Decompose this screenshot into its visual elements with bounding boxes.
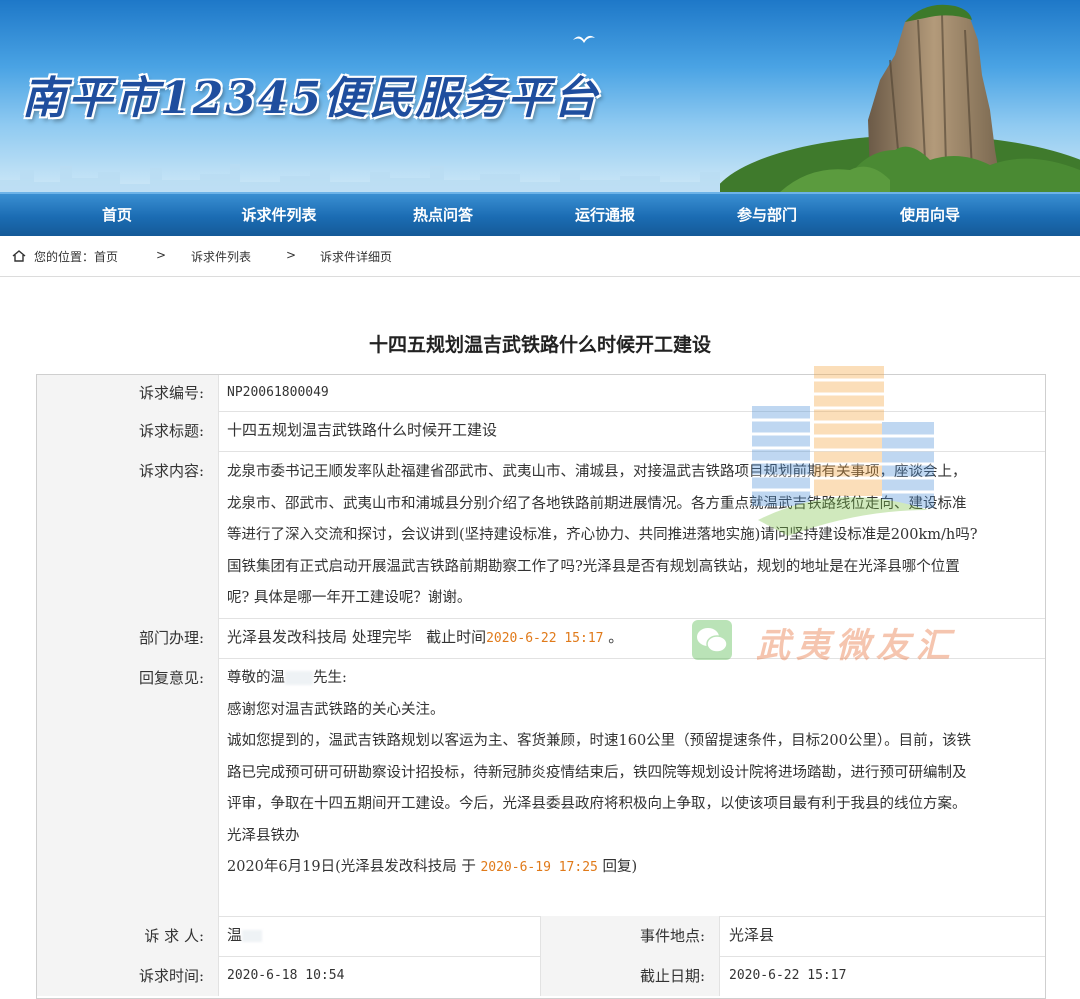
reply-line: 路已完成预可研可研勘察设计招投标，待新冠肺炎疫情结束后，铁四院等规划设计院将进场… <box>227 764 967 781</box>
redacted-name <box>285 671 313 685</box>
subject-label: 诉求标题: <box>37 411 219 451</box>
bird-icon <box>573 35 595 43</box>
home-icon[interactable] <box>12 250 26 262</box>
city-skyline-graphic <box>0 164 760 192</box>
breadcrumb-sep: > <box>156 248 167 262</box>
time-label: 诉求时间: <box>37 956 219 996</box>
breadcrumb-case-list[interactable]: 诉求件列表 <box>191 248 251 265</box>
page-title: 十四五规划温吉武铁路什么时候开工建设 <box>368 334 711 356</box>
nav-hot-qa[interactable]: 热点问答 <box>383 194 503 236</box>
content-line: 国铁集团有正式启动开展温武吉铁路前期勘察工作了吗?光泽县是否有规划高铁站，规划的… <box>227 558 960 575</box>
reply-label: 回复意见: <box>37 658 219 916</box>
nav-departments[interactable]: 参与部门 <box>707 194 827 236</box>
main-nav: 首页 诉求件列表 热点问答 运行通报 参与部门 使用向导 <box>0 192 1080 236</box>
breadcrumb: 您的位置：首页 > 诉求件列表 > 诉求件详细页 <box>0 236 1080 277</box>
reply-greeting-part: 尊敬的温 <box>227 670 285 686</box>
reply-greeting-part: 先生: <box>313 670 347 686</box>
reply-time: 2020-6-19 17:25 <box>480 860 598 875</box>
location-label: 事件地点: <box>540 916 720 956</box>
row-time: 诉求时间: 2020-6-18 10:54 截止日期: 2020-6-22 15… <box>37 956 1045 996</box>
site-title: 南平市12345便民服务平台 <box>22 73 600 124</box>
reply-line: 诚如您提到的，温武吉铁路规划以客运为主、客货兼顾，时速160公里（预留提速条件，… <box>227 733 972 749</box>
requester-value: 温 <box>227 920 263 952</box>
reply-greeting: 尊敬的温 先生: <box>227 663 1039 695</box>
watermark-buildings-logo <box>752 366 934 536</box>
reply-sign-prefix: 2020年6月19日(光泽县发改科技局 于 <box>227 859 481 875</box>
breadcrumb-home[interactable]: 您的位置：首页 <box>34 248 118 265</box>
reply-line: 光泽县铁办 <box>227 827 300 844</box>
deadline-value: 2020-6-22 15:17 <box>729 968 847 983</box>
nav-home[interactable]: 首页 <box>57 194 177 236</box>
department-suffix: 。 <box>603 628 624 646</box>
content-line: 呢? 具体是哪一年开工建设呢？谢谢。 <box>227 590 472 606</box>
department-status: 光泽县发改科技局 处理完毕 截止时间 <box>227 628 487 646</box>
row-requester: 诉 求 人: 温 事件地点: 光泽县 <box>37 916 1045 957</box>
reply-text: 尊敬的温 先生: 感谢您对温吉武铁路的关心关注。 诚如您提到的，温武吉铁路规划以客… <box>227 663 1039 884</box>
reply-sign-suffix: 回复) <box>597 859 638 875</box>
row-reply: 回复意见: 尊敬的温 先生: 感谢您对温吉武铁路的关心关注。 诚如您提到的，温武吉… <box>37 658 1045 917</box>
reply-signature: 2020年6月19日(光泽县发改科技局 于 2020-6-19 17:25 回复… <box>227 852 1039 884</box>
nav-case-list[interactable]: 诉求件列表 <box>219 194 339 236</box>
department-label: 部门办理: <box>37 618 219 658</box>
mountain-rock-graphic <box>720 4 1080 192</box>
nav-report[interactable]: 运行通报 <box>545 194 665 236</box>
department-deadline: 2020-6-22 15:17 <box>486 631 604 646</box>
breadcrumb-current: 诉求件详细页 <box>320 250 393 264</box>
reply-line: 感谢您对温吉武铁路的关心关注。 <box>227 701 445 718</box>
requester-label: 诉 求 人: <box>37 916 219 956</box>
requester-name: 温 <box>227 926 243 944</box>
reply-line: 评审，争取在十四五期间开工建设。今后，光泽县委县政府将积极向上争取，以使该项目最… <box>227 796 967 812</box>
case-id-label: 诉求编号: <box>37 375 219 411</box>
header-banner: 南平市12345便民服务平台 <box>0 0 1080 192</box>
breadcrumb-sep: > <box>286 248 297 262</box>
watermark-text: 武夷微友汇 <box>756 626 956 666</box>
wechat-icon <box>692 620 732 660</box>
deadline-label: 截止日期: <box>540 956 720 996</box>
content-label: 诉求内容: <box>37 451 219 618</box>
redacted-requester <box>242 930 263 942</box>
time-value: 2020-6-18 10:54 <box>227 968 345 983</box>
location-value: 光泽县 <box>729 926 775 944</box>
nav-guide[interactable]: 使用向导 <box>870 194 990 236</box>
